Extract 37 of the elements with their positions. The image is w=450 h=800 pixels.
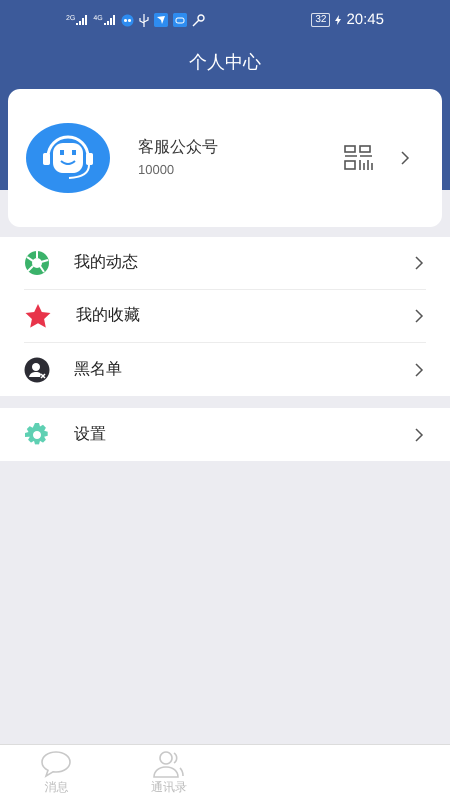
chat-bubble-icon [40, 750, 72, 778]
settings-icon [24, 422, 50, 448]
profile-card[interactable]: 客服公众号 10000 [8, 89, 442, 227]
contacts-icon [152, 750, 186, 778]
clock-time: 20:45 [346, 10, 384, 30]
chevron-right-icon [414, 308, 424, 324]
cloud-app-icon [172, 13, 187, 27]
charging-icon [335, 15, 342, 25]
menu-item[interactable]: 我的动态 [24, 237, 426, 290]
chevron-right-icon [414, 362, 424, 378]
chevron-right-icon [414, 426, 424, 442]
menu-label: 设置 [74, 424, 107, 444]
account-id: 10000 [138, 161, 176, 180]
battery-level: 32 [311, 13, 330, 27]
send-app-icon [154, 13, 168, 27]
aperture-icon [24, 250, 50, 276]
tab-label: 消息 [44, 778, 68, 796]
signal-icon [76, 15, 88, 25]
menu-label: 我的动态 [74, 252, 139, 273]
page-title: 个人中心 [189, 51, 261, 74]
signal-icon [104, 15, 116, 25]
headset-avatar-icon [26, 123, 110, 193]
eye-app-icon [120, 14, 134, 26]
account-name: 客服公众号 [138, 138, 219, 158]
tab-label: 通讯录 [150, 778, 187, 796]
menu-label: 我的收藏 [76, 306, 141, 326]
key-icon [192, 14, 205, 26]
usb-icon [138, 14, 149, 26]
menu-item[interactable]: 设置 [24, 408, 426, 461]
blocked-user-icon [24, 356, 50, 382]
menu-label: 黑名单 [74, 360, 123, 380]
qr-code-icon[interactable] [344, 145, 374, 171]
chevron-right-icon [400, 150, 410, 166]
chevron-right-icon [414, 255, 424, 271]
menu-item[interactable]: 黑名单 [24, 343, 426, 396]
menu-item[interactable]: 我的收藏 [24, 290, 426, 343]
star-icon [24, 303, 52, 329]
